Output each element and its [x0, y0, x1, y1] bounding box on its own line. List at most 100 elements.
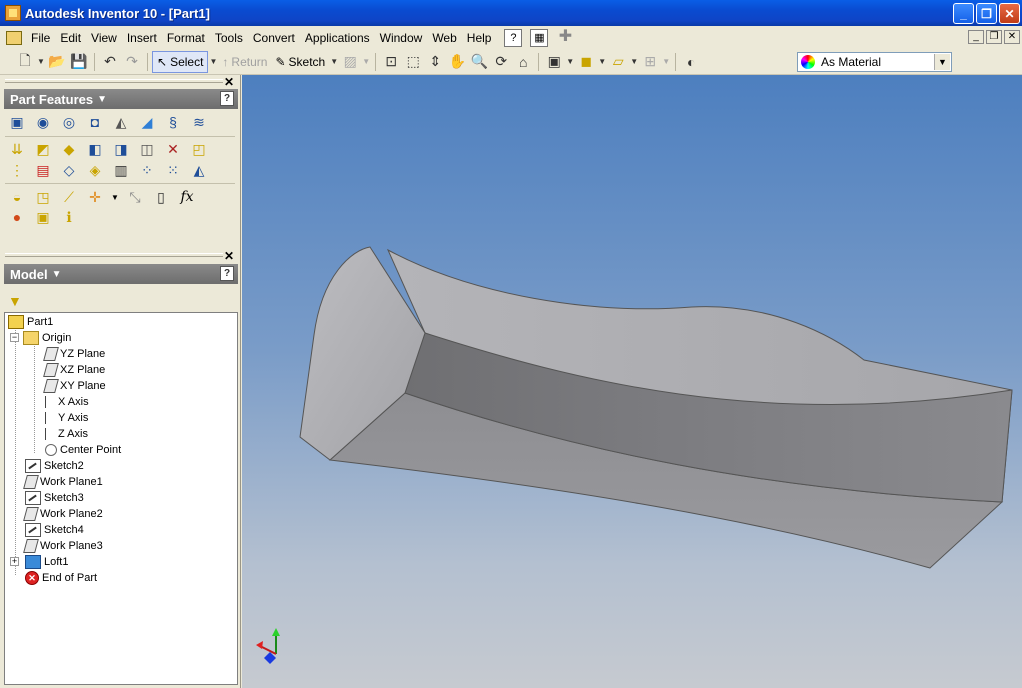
appearance-select[interactable]: As Material ▼ — [797, 52, 952, 72]
doc-restore-button[interactable]: ❐ — [986, 30, 1002, 44]
look-at-icon[interactable]: ⌂ — [512, 51, 534, 73]
derived-part-icon[interactable]: ◇ — [58, 159, 80, 181]
rotate-icon[interactable]: ⟳ — [490, 51, 512, 73]
expand-loft-icon[interactable]: + — [10, 557, 19, 566]
zoom-selected-icon[interactable]: 🔍 — [468, 51, 490, 73]
sketch-button[interactable]: ✎ Sketch — [271, 51, 329, 73]
tree-node-y-axis[interactable]: Y Axis — [45, 410, 88, 426]
ipart-icon[interactable]: ▥ — [110, 159, 132, 181]
new-dropdown-icon[interactable]: ▼ — [36, 51, 46, 73]
shell-icon[interactable]: ◘ — [84, 111, 106, 133]
shaded-display-icon[interactable]: ◼ — [575, 51, 597, 73]
work-axis-icon[interactable]: ⟋ — [58, 186, 80, 208]
menu-web[interactable]: Web — [427, 28, 461, 48]
tree-node-xz-plane[interactable]: XZ Plane — [43, 362, 105, 378]
save-icon[interactable]: 💾 — [68, 51, 90, 73]
loft-model[interactable] — [242, 75, 1022, 688]
coil-icon[interactable]: ≋ — [188, 111, 210, 133]
work-point-icon[interactable]: ✛ — [84, 186, 106, 208]
document-icon[interactable] — [6, 31, 22, 45]
update-icon[interactable]: ▨ — [339, 51, 361, 73]
restore-button[interactable]: ❐ — [976, 3, 997, 24]
doc-close-button[interactable]: ✕ — [1004, 30, 1020, 44]
move-face-icon[interactable]: ◫ — [136, 138, 158, 160]
loft-icon[interactable]: ◢ — [136, 111, 158, 133]
part-features-header[interactable]: Part Features ▼ ? — [4, 89, 238, 109]
work-surface-icon[interactable]: ◰ — [188, 138, 210, 160]
panel-close-icon[interactable]: ✕ — [224, 75, 234, 89]
display-mode-dropdown-icon[interactable]: ▼ — [565, 51, 575, 73]
zoom-icon[interactable]: ⇕ — [424, 51, 446, 73]
help-topics-icon[interactable]: ? — [504, 29, 523, 47]
tree-node-yz-plane[interactable]: YZ Plane — [43, 346, 105, 362]
zoom-all-icon[interactable]: ⊡ — [380, 51, 402, 73]
create-view-icon[interactable]: ▣ — [32, 206, 54, 228]
menu-window[interactable]: Window — [375, 28, 428, 48]
menu-convert[interactable]: Convert — [248, 28, 300, 48]
graphics-viewport[interactable] — [242, 75, 1022, 688]
rib-icon[interactable]: ◭ — [110, 111, 132, 133]
section-view-icon[interactable]: ⊞ — [639, 51, 661, 73]
appearance-ball-icon[interactable]: ● — [6, 206, 28, 228]
tree-node-sketch4[interactable]: Sketch4 — [25, 522, 84, 538]
update-dropdown-icon[interactable]: ▼ — [361, 51, 371, 73]
tree-node-z-axis[interactable]: Z Axis — [45, 426, 88, 442]
thicken-icon[interactable]: ◈ — [84, 159, 106, 181]
model-header[interactable]: Model ▼ ? — [4, 264, 238, 284]
circular-pattern-icon[interactable]: ⁙ — [162, 159, 184, 181]
menu-view[interactable]: View — [86, 28, 122, 48]
close-button[interactable]: ✕ — [999, 3, 1020, 24]
chamfer-icon[interactable]: ◆ — [58, 138, 80, 160]
face-draft-icon[interactable]: ◧ — [84, 138, 106, 160]
menu-applications[interactable]: Applications — [300, 28, 375, 48]
tree-node-work-plane2[interactable]: Work Plane2 — [23, 506, 103, 522]
sweep-icon[interactable]: § — [162, 111, 184, 133]
shadow-dropdown-icon[interactable]: ▼ — [629, 51, 639, 73]
split-icon[interactable]: ◨ — [110, 138, 132, 160]
display-mode-icon[interactable]: ▣ — [543, 51, 565, 73]
thread-icon[interactable]: ⇊ — [6, 138, 28, 160]
fillet-icon[interactable]: ◩ — [32, 138, 54, 160]
shaded-dropdown-icon[interactable]: ▼ — [597, 51, 607, 73]
zoom-window-icon[interactable]: ⬚ — [402, 51, 424, 73]
help-icon[interactable]: ? — [220, 91, 234, 106]
delete-face-icon[interactable]: ✕ — [162, 138, 184, 160]
inventor-app-icon[interactable] — [5, 5, 21, 21]
work-point-dropdown-icon[interactable]: ▼ — [110, 186, 120, 208]
sketch-dropdown-icon[interactable]: ▼ — [329, 51, 339, 73]
ground-shadow-icon[interactable]: ▱ — [607, 51, 629, 73]
extrude-icon[interactable]: ▣ — [6, 111, 28, 133]
parameters-icon[interactable]: fx — [176, 186, 198, 208]
new-file-icon[interactable]: 🗋 — [14, 51, 36, 73]
menu-help[interactable]: Help — [462, 28, 497, 48]
menu-edit[interactable]: Edit — [55, 28, 86, 48]
panel-grip[interactable] — [5, 253, 223, 257]
rectangular-pattern-icon[interactable]: ⁘ — [136, 159, 158, 181]
redo-icon[interactable]: ↷ — [121, 51, 143, 73]
plus-icon[interactable]: ✚ — [556, 29, 574, 47]
calculator-icon[interactable]: ▦ — [530, 29, 549, 47]
panel-grip[interactable] — [5, 79, 223, 83]
tree-node-xy-plane[interactable]: XY Plane — [43, 378, 106, 394]
tree-node-work-plane3[interactable]: Work Plane3 — [23, 538, 103, 554]
select-button[interactable]: ↖ Select — [152, 50, 209, 73]
tree-node-loft1[interactable]: Loft1 — [25, 554, 68, 570]
pan-icon[interactable]: ✋ — [446, 51, 468, 73]
menu-format[interactable]: Format — [162, 28, 210, 48]
chevron-down-icon[interactable]: ▼ — [934, 54, 950, 70]
tree-node-sketch2[interactable]: Sketch2 — [25, 458, 84, 474]
revolve-icon[interactable]: ◉ — [32, 111, 54, 133]
grounded-point-icon[interactable]: ⤡ — [124, 186, 146, 208]
tree-node-center-point[interactable]: Center Point — [45, 442, 121, 458]
filter-icon[interactable]: ▼ — [8, 293, 22, 309]
tree-node-part1[interactable]: Part1 — [8, 314, 53, 330]
undo-icon[interactable]: ↶ — [99, 51, 121, 73]
tree-node-sketch3[interactable]: Sketch3 — [25, 490, 84, 506]
section-dropdown-icon[interactable]: ▼ — [661, 51, 671, 73]
select-dropdown-icon[interactable]: ▼ — [208, 51, 218, 73]
work-plane-icon[interactable]: ◳ — [32, 186, 54, 208]
tree-node-end-of-part[interactable]: ✕ End of Part — [25, 570, 97, 586]
tree-node-origin[interactable]: Origin — [23, 330, 71, 346]
collapse-origin-icon[interactable]: − — [10, 333, 19, 342]
return-button[interactable]: ↑ Return — [218, 51, 271, 73]
